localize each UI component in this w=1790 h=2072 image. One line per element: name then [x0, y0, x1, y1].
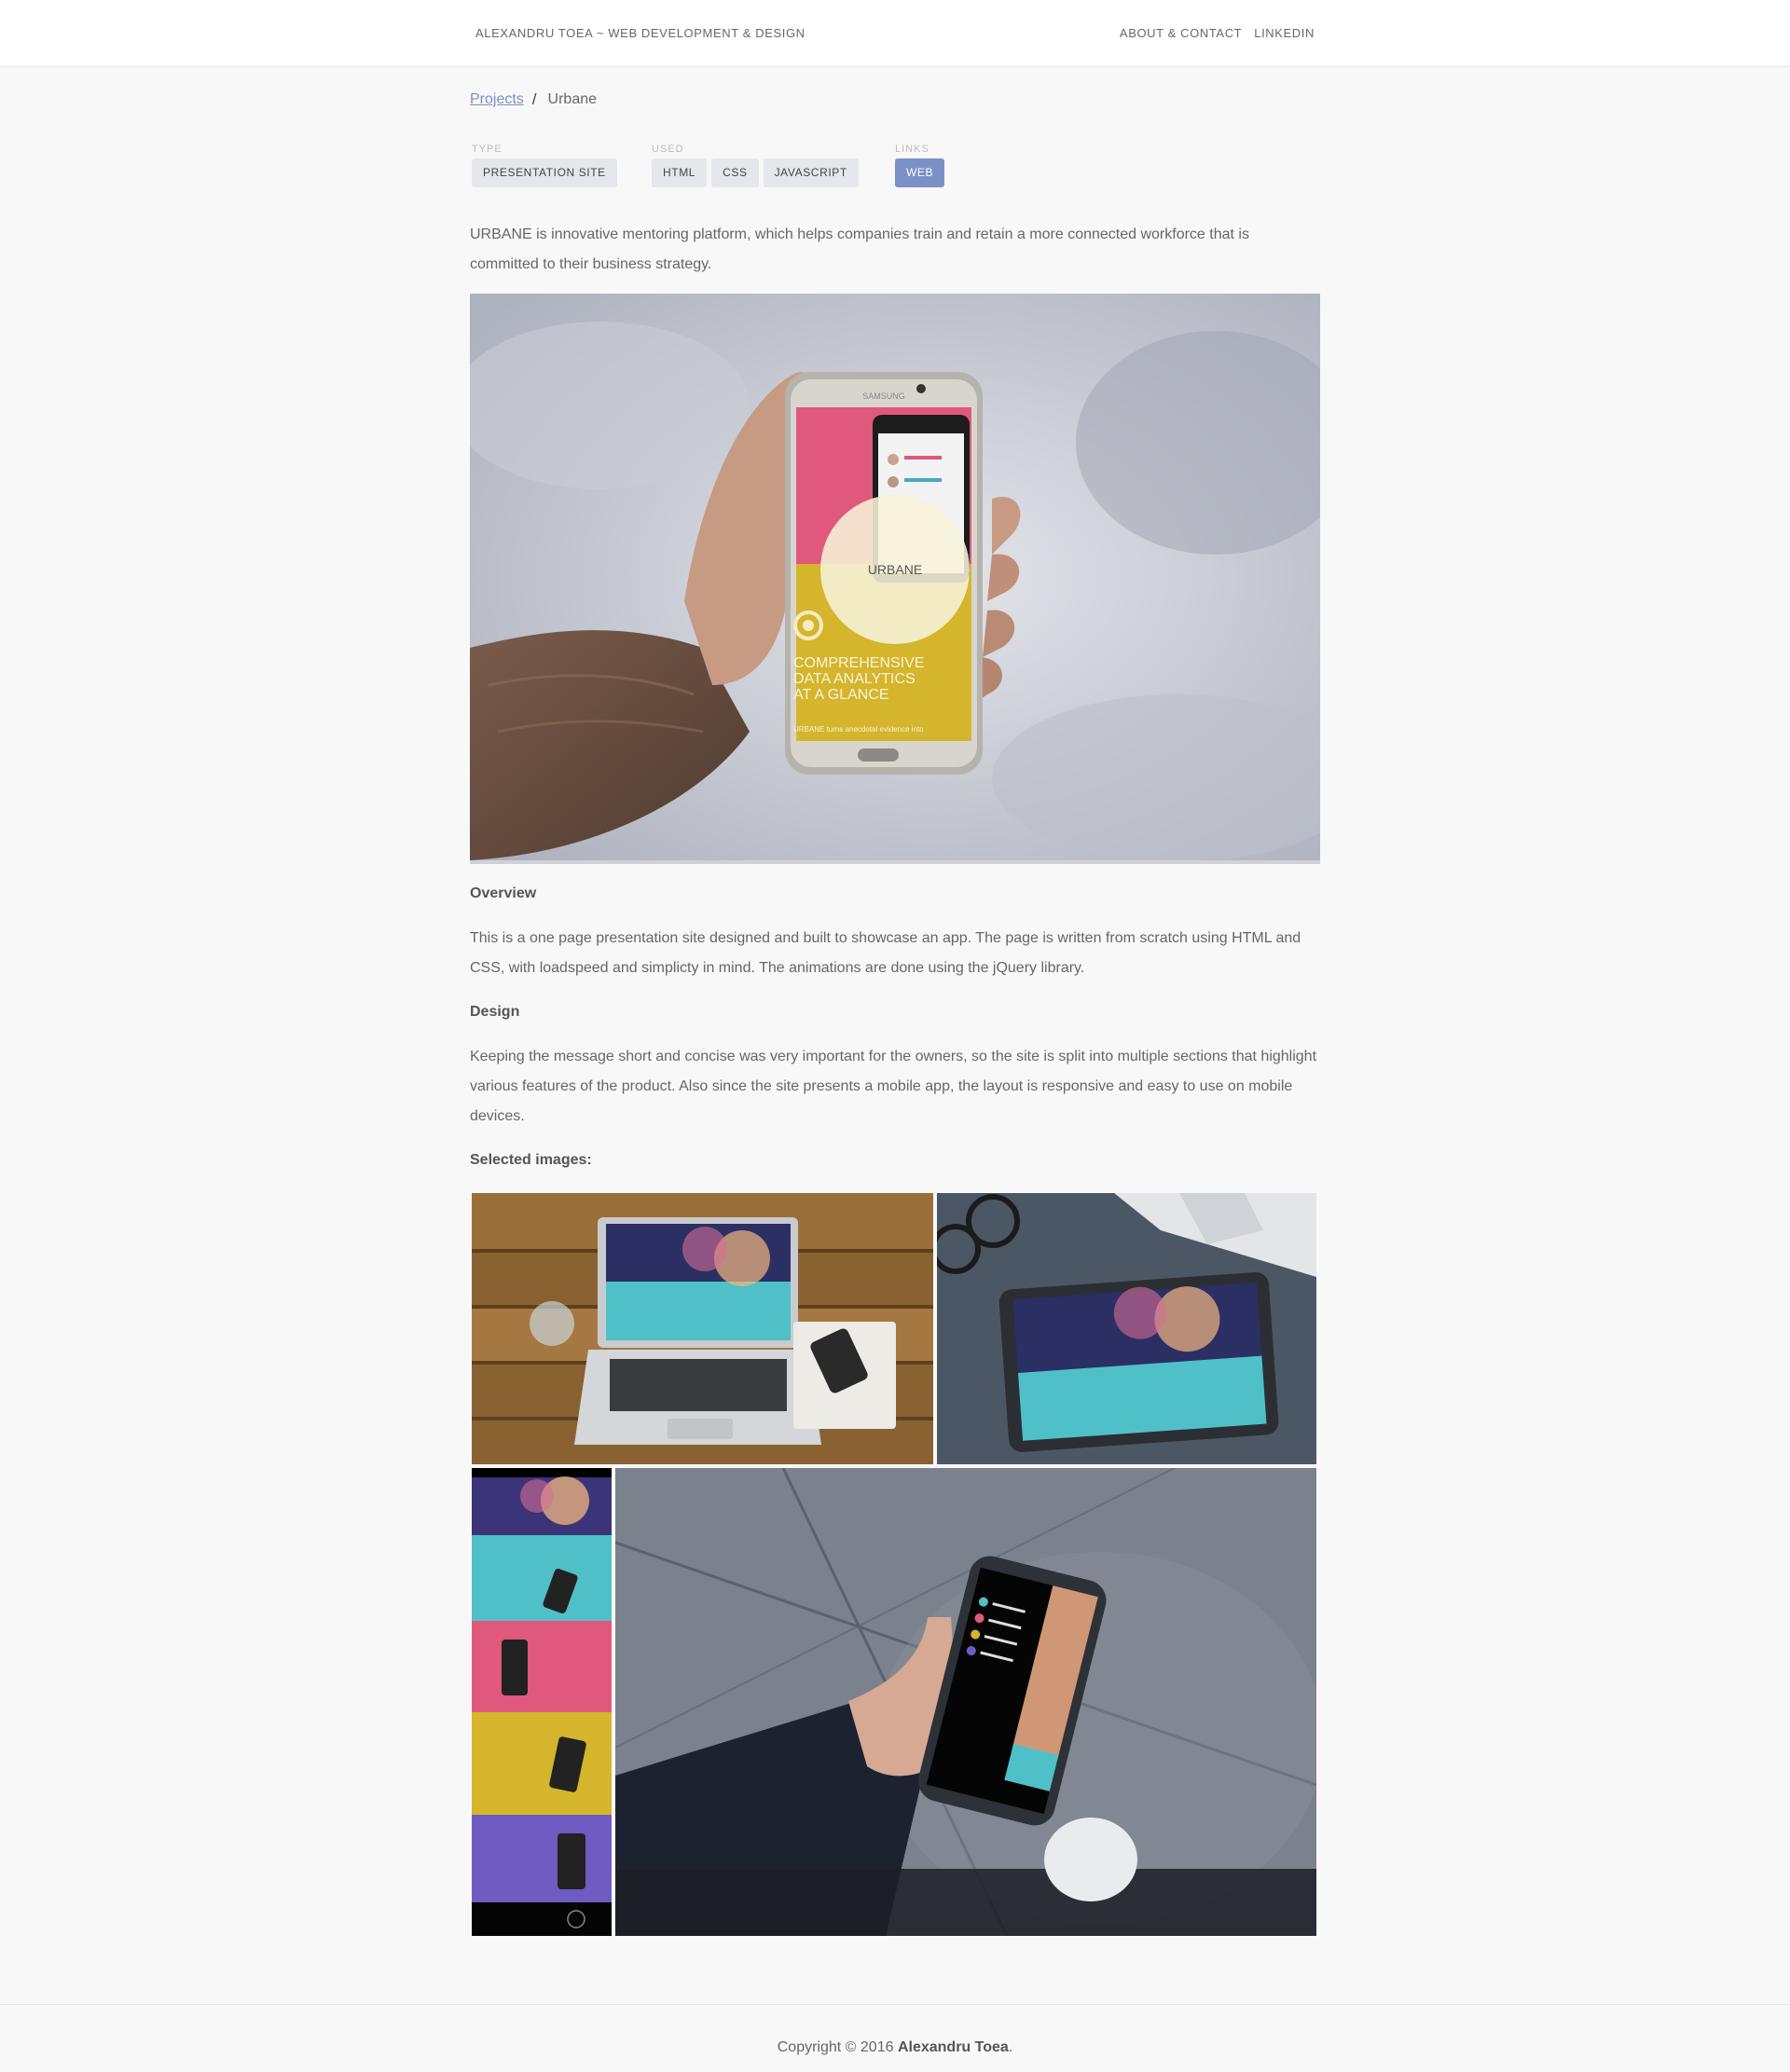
phone-brand-text: SAMSUNG [862, 391, 905, 401]
overview-heading: Overview [470, 885, 537, 901]
used-tag-javascript: JAVASCRIPT [763, 158, 859, 187]
nav-about-contact-link[interactable]: ABOUT & CONTACT [1120, 26, 1242, 40]
hero-subline: URBANE turns anecdotal evidence into [793, 725, 924, 734]
type-tag: PRESENTATION SITE [472, 158, 617, 187]
hero-headline-1: COMPREHENSIVE [793, 655, 924, 671]
gallery-image-laptop[interactable] [472, 1193, 933, 1464]
top-nav: ABOUT & CONTACT LINKEDIN [1120, 26, 1315, 40]
copyright-prefix: Copyright © 2016 [777, 2039, 898, 2055]
footer: Copyright © 2016 Alexandru Toea. [0, 2004, 1790, 2072]
breadcrumb: Projects / Urbane [470, 90, 597, 109]
overview-text: This is a one page presentation site des… [470, 930, 1301, 976]
type-label: TYPE [472, 144, 503, 155]
used-tag-css: CSS [711, 158, 759, 187]
used-group: USED HTML CSS JAVASCRIPT [650, 144, 859, 187]
design-heading: Design [470, 1004, 520, 1020]
selected-images-heading: Selected images: [470, 1152, 592, 1168]
hero-image: SAMSUNG URBANE COMPREHENSIVE DATA ANALYT… [470, 294, 1320, 864]
top-navigation-bar: ALEXANDRU TOEA ~ WEB DEVELOPMENT & DESIG… [0, 0, 1790, 67]
hero-headline-3: AT A GLANCE [793, 687, 889, 703]
links-group: LINKS WEB [893, 144, 945, 187]
design-text: Keeping the message short and concise wa… [470, 1049, 1317, 1124]
hero-brand-text: URBANE [868, 562, 922, 577]
copyright: Copyright © 2016 Alexandru Toea. [0, 2039, 1790, 2056]
breadcrumb-separator: / [531, 90, 537, 108]
gallery-image-tablet[interactable] [937, 1193, 1316, 1464]
gallery-image-phone-hand[interactable] [615, 1468, 1316, 1936]
type-group: TYPE PRESENTATION SITE [470, 144, 617, 187]
copyright-suffix: . [1008, 2039, 1013, 2055]
copyright-name: Alexandru Toea [897, 2039, 1009, 2055]
used-label: USED [652, 144, 684, 155]
links-label: LINKS [895, 144, 929, 155]
breadcrumb-projects-link[interactable]: Projects [470, 91, 524, 108]
project-intro: URBANE is innovative mentoring platform,… [470, 226, 1249, 272]
web-link-button[interactable]: WEB [895, 158, 945, 187]
hero-headline-2: DATA ANALYTICS [793, 671, 916, 687]
used-tag-html: HTML [652, 158, 708, 187]
gallery-image-full-page[interactable] [472, 1468, 612, 1936]
site-brand-link[interactable]: ALEXANDRU TOEA ~ WEB DEVELOPMENT & DESIG… [475, 26, 806, 40]
breadcrumb-current: Urbane [547, 91, 598, 107]
nav-linkedin-link[interactable]: LINKEDIN [1254, 26, 1315, 40]
